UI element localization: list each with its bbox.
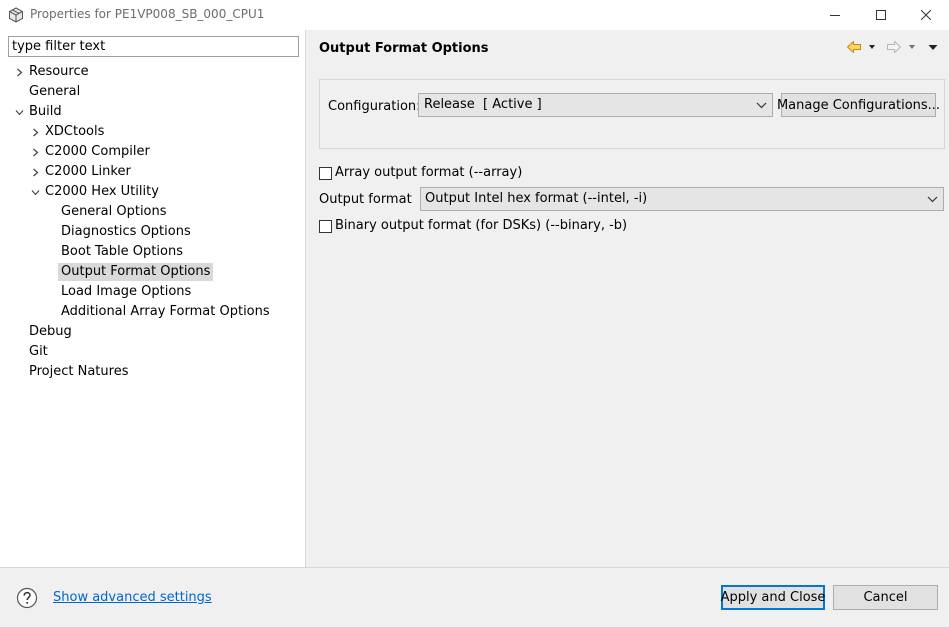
maximize-icon [876, 10, 886, 20]
tree-item[interactable]: Boot Table Options [0, 242, 305, 262]
minimize-icon [830, 15, 840, 16]
chevron-down-icon[interactable] [13, 102, 25, 122]
output-format-select[interactable]: Output Intel hex format (--intel, -i) [420, 187, 944, 211]
tree-item[interactable]: General [0, 82, 305, 102]
tree-item[interactable]: Additional Array Format Options [0, 302, 305, 322]
tree-item-label: Output Format Options [58, 263, 214, 281]
tree-item-label: C2000 Linker [45, 164, 131, 179]
button-bar: Show advanced settings Apply and Close C… [0, 567, 949, 627]
tree-item[interactable]: Git [0, 342, 305, 362]
array-output-label: Array output format (--array) [335, 165, 523, 180]
binary-output-checkbox[interactable] [319, 220, 332, 233]
chevron-right-icon[interactable] [13, 62, 25, 82]
chevron-right-icon[interactable] [29, 142, 41, 162]
title-bar: Properties for PE1VP008_SB_000_CPU1 [0, 0, 949, 30]
tree-item[interactable]: Output Format Options [0, 262, 305, 282]
close-icon [921, 10, 931, 20]
property-tree: Resource General Build XDCtools C2000 Compil… [0, 62, 305, 382]
tree-item-label: General Options [61, 204, 167, 219]
tree-item-label: C2000 Compiler [45, 144, 150, 159]
tree-item-label: Resource [29, 64, 89, 79]
tree-item-label: General [29, 84, 81, 99]
tree-item-label: Build [29, 104, 62, 119]
chevron-right-icon[interactable] [29, 162, 41, 182]
maximize-button[interactable] [858, 0, 904, 30]
chevron-right-icon[interactable] [29, 122, 41, 142]
tree-item[interactable]: Resource [0, 62, 305, 82]
cancel-button[interactable]: Cancel [833, 585, 938, 610]
show-advanced-settings-link[interactable]: Show advanced settings [53, 590, 212, 605]
tree-item-label: C2000 Hex Utility [45, 184, 159, 199]
tree-item-label: Git [29, 344, 48, 359]
filter-input[interactable] [8, 36, 299, 57]
tree-item-label: Project Natures [29, 364, 129, 379]
tree-item-label: Debug [29, 324, 72, 339]
back-arrow-icon[interactable] [846, 39, 862, 55]
chevron-down-icon [756, 102, 767, 109]
close-button[interactable] [903, 0, 949, 30]
configuration-group: Configuration: Release [ Active ] Manage… [319, 79, 945, 149]
back-dropdown-icon[interactable] [868, 40, 876, 54]
tree-item-label: Additional Array Format Options [61, 304, 270, 319]
view-menu-icon[interactable] [928, 40, 938, 54]
output-format-value: Output Intel hex format (--intel, -i) [425, 191, 648, 206]
manage-configurations-button[interactable]: Manage Configurations... [777, 93, 940, 117]
page-title: Output Format Options [319, 41, 489, 56]
tree-item-label: Load Image Options [61, 284, 192, 299]
apply-and-close-button[interactable]: Apply and Close [721, 585, 825, 610]
tree-item-label: Boot Table Options [61, 244, 183, 259]
help-icon[interactable] [16, 587, 38, 609]
minimize-button[interactable] [812, 0, 858, 30]
configuration-value: Release [ Active ] [424, 97, 542, 112]
forward-dropdown-icon[interactable] [908, 40, 916, 54]
tree-item-label: XDCtools [45, 124, 105, 139]
window-title: Properties for PE1VP008_SB_000_CPU1 [30, 7, 265, 21]
tree-item[interactable]: C2000 Hex Utility [0, 182, 305, 202]
package-icon [9, 7, 23, 23]
tree-item[interactable]: XDCtools [0, 122, 305, 142]
binary-output-label: Binary output format (for DSKs) (--binar… [335, 218, 628, 233]
tree-item[interactable]: Build [0, 102, 305, 122]
configuration-select[interactable]: Release [ Active ] [418, 93, 773, 117]
tree-item[interactable]: Diagnostics Options [0, 222, 305, 242]
chevron-down-icon[interactable] [29, 182, 41, 202]
tree-item-label: Diagnostics Options [61, 224, 191, 239]
forward-arrow-icon[interactable] [886, 39, 902, 55]
navigation-pane: Resource General Build XDCtools C2000 Compil… [0, 30, 306, 567]
tree-item[interactable]: Project Natures [0, 362, 305, 382]
configuration-label: Configuration: [328, 99, 421, 114]
tree-item[interactable]: C2000 Linker [0, 162, 305, 182]
array-output-checkbox[interactable] [319, 167, 332, 180]
property-page: Output Format Options Configuration: Rel… [306, 30, 949, 567]
tree-item[interactable]: C2000 Compiler [0, 142, 305, 162]
tree-item[interactable]: General Options [0, 202, 305, 222]
chevron-down-icon [927, 196, 938, 203]
output-format-label: Output format [319, 192, 412, 207]
tree-item[interactable]: Load Image Options [0, 282, 305, 302]
tree-item[interactable]: Debug [0, 322, 305, 342]
